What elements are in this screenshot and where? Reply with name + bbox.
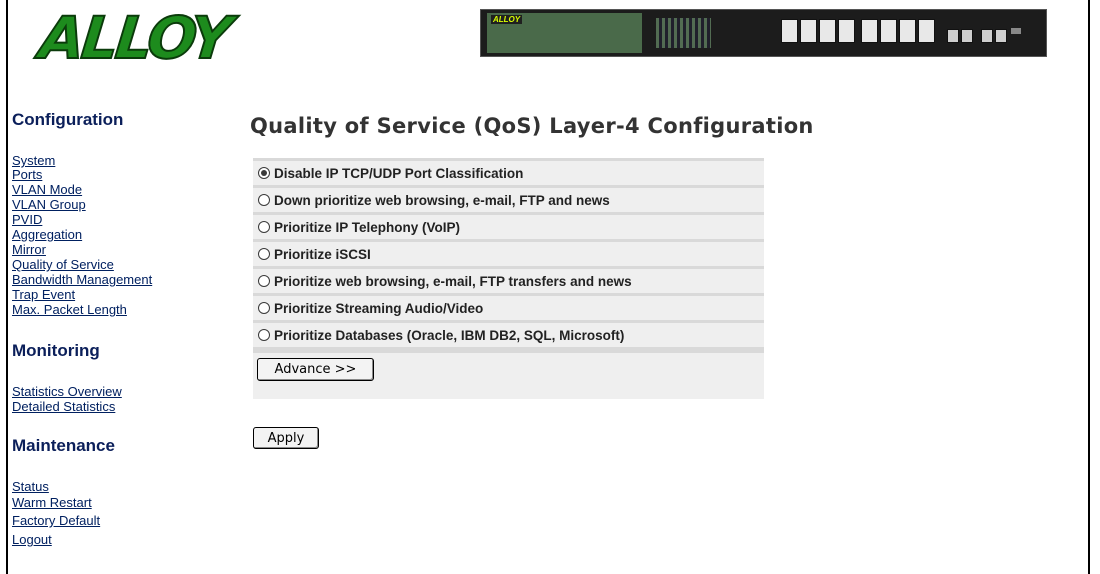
option-prioritize-databases[interactable]: Prioritize Databases (Oracle, IBM DB2, S… — [253, 323, 764, 347]
option-down-prioritize-web[interactable]: Down prioritize web browsing, e-mail, FT… — [253, 188, 764, 212]
option-label: Down prioritize web browsing, e-mail, FT… — [274, 192, 610, 208]
switch-port — [838, 19, 855, 43]
nav-factory-default[interactable]: Factory Default — [12, 514, 100, 528]
switch-port — [861, 19, 878, 43]
nav-trap-event[interactable]: Trap Event — [12, 288, 75, 302]
nav-detailed-statistics[interactable]: Detailed Statistics — [12, 400, 115, 414]
nav-vlan-group[interactable]: VLAN Group — [12, 198, 86, 212]
apply-button[interactable]: Apply — [253, 427, 319, 449]
port-bank-2 — [861, 19, 935, 43]
option-label: Prioritize Databases (Oracle, IBM DB2, S… — [274, 327, 625, 343]
sfp-port — [947, 29, 959, 43]
radio-button[interactable] — [258, 329, 270, 341]
radio-button[interactable] — [258, 275, 270, 287]
nav-status[interactable]: Status — [12, 480, 49, 494]
qos-options-panel: Disable IP TCP/UDP Port Classification D… — [253, 158, 764, 399]
section-title-monitoring: Monitoring — [12, 341, 100, 360]
alloy-logo: ALLOY — [35, 3, 255, 73]
switch-image: ALLOY — [480, 9, 1047, 57]
nav-pvid[interactable]: PVID — [12, 213, 42, 227]
nav-bandwidth-management[interactable]: Bandwidth Management — [12, 273, 152, 287]
nav-aggregation[interactable]: Aggregation — [12, 228, 82, 242]
nav-warm-restart[interactable]: Warm Restart — [12, 496, 92, 510]
option-disable-classification[interactable]: Disable IP TCP/UDP Port Classification — [253, 161, 764, 185]
option-label: Prioritize iSCSI — [274, 246, 371, 262]
sfp-bank — [947, 19, 1007, 43]
switch-brand-area: ALLOY — [487, 13, 642, 53]
nav-vlan-mode[interactable]: VLAN Mode — [12, 183, 82, 197]
nav-logout[interactable]: Logout — [12, 533, 52, 547]
switch-port — [918, 19, 935, 43]
switch-port — [819, 19, 836, 43]
switch-port — [880, 19, 897, 43]
option-prioritize-iscsi[interactable]: Prioritize iSCSI — [253, 242, 764, 266]
option-prioritize-streaming[interactable]: Prioritize Streaming Audio/Video — [253, 296, 764, 320]
port-bank-1 — [781, 19, 855, 43]
section-title-maintenance: Maintenance — [12, 436, 115, 455]
option-label: Prioritize Streaming Audio/Video — [274, 300, 484, 316]
radio-button[interactable] — [258, 248, 270, 260]
nav-ports[interactable]: Ports — [12, 168, 42, 182]
sfp-port — [995, 29, 1007, 43]
nav-mirror[interactable]: Mirror — [12, 243, 46, 257]
reset-button-graphic — [1011, 28, 1021, 34]
switch-led-panel — [656, 18, 711, 48]
radio-button[interactable] — [258, 221, 270, 233]
advance-row: Advance >> — [253, 353, 764, 399]
sfp-port — [981, 29, 993, 43]
section-title-configuration: Configuration — [12, 110, 124, 129]
option-label: Disable IP TCP/UDP Port Classification — [274, 165, 524, 181]
switch-port — [800, 19, 817, 43]
nav-max-packet-length[interactable]: Max. Packet Length — [12, 303, 127, 317]
radio-button[interactable] — [258, 167, 270, 179]
switch-port — [899, 19, 916, 43]
radio-button[interactable] — [258, 302, 270, 314]
switch-brand-label: ALLOY — [491, 15, 523, 24]
page-title: Quality of Service (QoS) Layer-4 Configu… — [250, 114, 814, 138]
nav-system[interactable]: System — [12, 154, 55, 168]
nav-statistics-overview[interactable]: Statistics Overview — [12, 385, 122, 399]
sfp-port — [961, 29, 973, 43]
option-prioritize-voip[interactable]: Prioritize IP Telephony (VoIP) — [253, 215, 764, 239]
advance-button[interactable]: Advance >> — [257, 358, 374, 381]
nav-quality-of-service[interactable]: Quality of Service — [12, 258, 114, 272]
option-label: Prioritize web browsing, e-mail, FTP tra… — [274, 273, 632, 289]
option-prioritize-web[interactable]: Prioritize web browsing, e-mail, FTP tra… — [253, 269, 764, 293]
switch-port — [781, 19, 798, 43]
logo-text: ALLOY — [35, 3, 233, 73]
option-label: Prioritize IP Telephony (VoIP) — [274, 219, 461, 235]
radio-button[interactable] — [258, 194, 270, 206]
